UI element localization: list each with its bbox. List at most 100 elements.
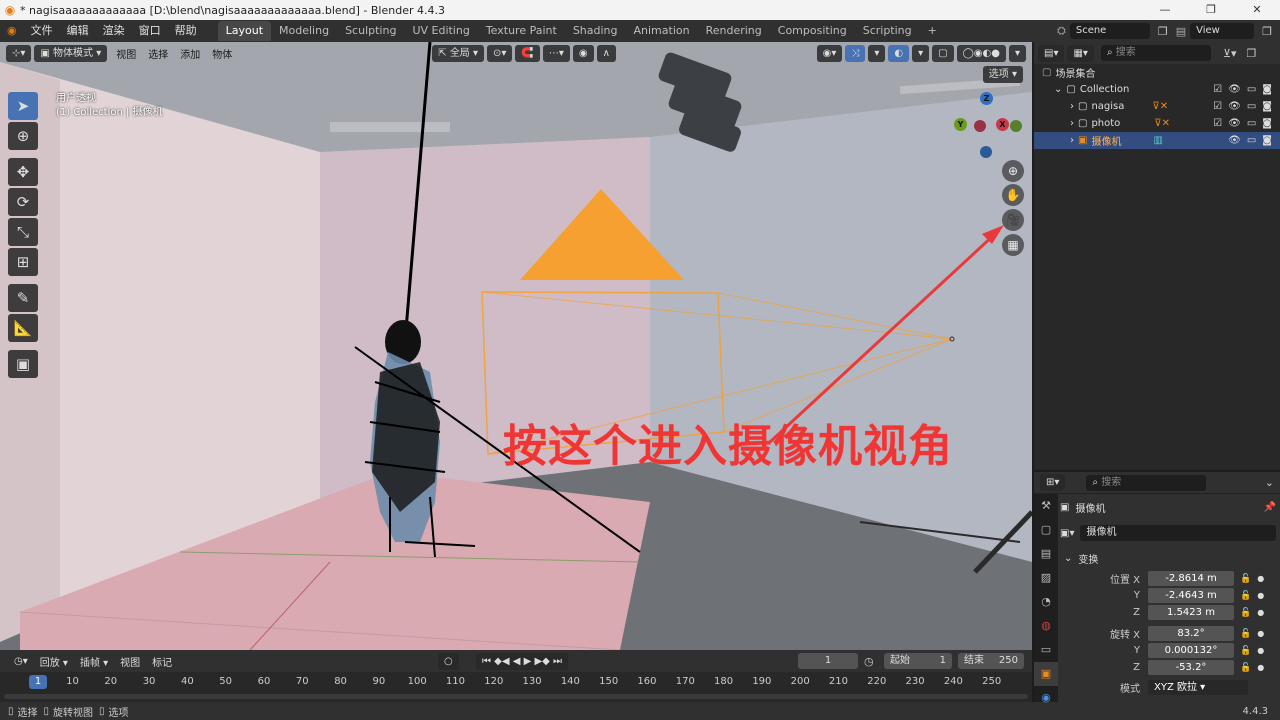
- rotation-x-field[interactable]: 83.2°: [1148, 626, 1234, 641]
- timeline-menu-marker[interactable]: 标记: [146, 654, 178, 669]
- expand-chevron-icon[interactable]: ›: [1070, 135, 1074, 146]
- keyframe-dot-icon[interactable]: ●: [1257, 591, 1264, 600]
- expand-chevron-icon[interactable]: ›: [1070, 101, 1074, 112]
- expand-chevron-icon[interactable]: ⌄: [1054, 84, 1062, 95]
- tab-texture-paint[interactable]: Texture Paint: [478, 21, 565, 41]
- tab-sculpting[interactable]: Sculpting: [337, 21, 404, 41]
- neg-z-axis-ball[interactable]: [980, 146, 992, 158]
- outliner-row-camera[interactable]: › ▣ 摄像机 ▥ 👁 ▭ ◙: [1034, 132, 1280, 149]
- expand-chevron-icon[interactable]: ›: [1070, 118, 1074, 129]
- location-z-field[interactable]: 1.5423 m: [1148, 605, 1234, 620]
- tab-collection-icon[interactable]: ▭: [1034, 638, 1058, 662]
- tab-uv-editing[interactable]: UV Editing: [404, 21, 477, 41]
- options-dropdown[interactable]: 选项 ▾: [982, 66, 1026, 83]
- render-camera-icon[interactable]: ◙: [1262, 118, 1272, 129]
- neg-y-axis-ball[interactable]: [1010, 120, 1022, 132]
- eye-icon[interactable]: 👁: [1228, 135, 1241, 146]
- location-y-field[interactable]: -2.4643 m: [1148, 588, 1234, 603]
- close-button[interactable]: ✕: [1234, 0, 1280, 20]
- outliner-row-nagisa[interactable]: › ▢ nagisa ⊽✕ ☑ 👁 ▭ ◙: [1034, 98, 1280, 115]
- render-camera-icon[interactable]: ◙: [1262, 101, 1272, 112]
- y-axis-ball[interactable]: Y: [954, 118, 967, 131]
- scene-selector[interactable]: Scene: [1069, 23, 1150, 39]
- lock-icon[interactable]: 🔓: [1240, 591, 1251, 601]
- tab-modeling[interactable]: Modeling: [271, 21, 337, 41]
- render-camera-icon[interactable]: ◙: [1262, 84, 1272, 95]
- xray-toggle[interactable]: ▢: [932, 44, 954, 62]
- outliner-editor-type-button[interactable]: ▤▾: [1038, 44, 1065, 62]
- monitor-icon[interactable]: ▭: [1247, 118, 1256, 129]
- properties-search-input[interactable]: ⌕ 搜索: [1086, 474, 1207, 491]
- viewport-menu-view[interactable]: 视图: [110, 46, 142, 61]
- maximize-button[interactable]: ❐: [1188, 0, 1234, 20]
- transform-section-header[interactable]: ⌄ 变换: [1060, 546, 1276, 570]
- outliner-display-mode-dropdown[interactable]: ▦▾: [1067, 44, 1094, 62]
- tab-scripting[interactable]: Scripting: [855, 21, 920, 41]
- auto-keying-toggle[interactable]: ○: [438, 652, 459, 670]
- view-layer-selector[interactable]: View Layer: [1190, 23, 1255, 52]
- transform-orientation-dropdown[interactable]: ⇱ 全局 ▾: [432, 44, 485, 62]
- blender-menu-icon[interactable]: ◉: [0, 20, 24, 42]
- visibility-dropdown[interactable]: ◉▾: [816, 44, 843, 62]
- keyframe-dot-icon[interactable]: ●: [1257, 608, 1264, 617]
- tab-physics-icon[interactable]: ◉: [1034, 686, 1058, 710]
- monitor-icon[interactable]: ▭: [1247, 101, 1256, 112]
- overlay-toggle[interactable]: ◐: [888, 44, 910, 62]
- object-data-dropdown-icon[interactable]: ▣▾: [1060, 528, 1074, 539]
- outliner-row-collection[interactable]: ⌄ ▢ Collection ☑ 👁 ▭ ◙: [1034, 81, 1280, 98]
- lock-icon[interactable]: 🔓: [1240, 574, 1251, 584]
- scale-tool-button[interactable]: ⤡: [8, 218, 38, 246]
- rotation-z-field[interactable]: -53.2°: [1148, 660, 1234, 675]
- timeline-editor-type-button[interactable]: ◷▾: [8, 656, 34, 667]
- timeline-menu-keying[interactable]: 插帧 ▾: [74, 654, 114, 669]
- checkbox-icon[interactable]: ☑: [1213, 84, 1222, 95]
- gizmo-dropdown[interactable]: ▾: [868, 44, 886, 62]
- shading-dropdown[interactable]: ▾: [1008, 44, 1026, 62]
- tab-compositing[interactable]: Compositing: [770, 21, 855, 41]
- falloff-dropdown[interactable]: ∧: [596, 44, 616, 62]
- playback-controls[interactable]: ⏮ ◆◀ ◀ ▶ ▶◆ ⏭: [476, 652, 569, 670]
- tab-animation[interactable]: Animation: [626, 21, 698, 41]
- eye-icon[interactable]: 👁: [1228, 84, 1241, 95]
- pin-icon[interactable]: 📌: [1264, 502, 1276, 513]
- properties-editor-type-button[interactable]: ⊞▾: [1040, 474, 1066, 491]
- rotation-y-field[interactable]: 0.000132°: [1148, 643, 1234, 658]
- lock-icon[interactable]: 🔓: [1240, 629, 1251, 639]
- proportional-edit-toggle[interactable]: ◉: [572, 44, 594, 62]
- checkbox-icon[interactable]: ☑: [1213, 118, 1222, 129]
- add-cube-tool-button[interactable]: ▣: [8, 350, 38, 378]
- tab-output-icon[interactable]: ▤: [1034, 542, 1058, 566]
- render-camera-icon[interactable]: ◙: [1262, 135, 1272, 146]
- timeline-menu-view[interactable]: 视图: [114, 654, 146, 669]
- tab-shading[interactable]: Shading: [565, 21, 626, 41]
- keyframe-dot-icon[interactable]: ●: [1257, 629, 1264, 638]
- menu-render[interactable]: 渲染: [96, 20, 132, 42]
- annotate-tool-button[interactable]: ✎: [8, 284, 38, 312]
- tab-object-icon[interactable]: ▣: [1034, 662, 1058, 686]
- eye-icon[interactable]: 👁: [1228, 101, 1241, 112]
- editor-type-button[interactable]: ⊹▾: [6, 44, 32, 62]
- shading-modes[interactable]: ◯◉◐●: [956, 44, 1006, 62]
- menu-edit[interactable]: 编辑: [60, 20, 96, 42]
- object-mode-dropdown[interactable]: ▣ 物体模式 ▾: [34, 44, 108, 62]
- lock-icon[interactable]: 🔓: [1240, 646, 1251, 656]
- snap-toggle[interactable]: 🧲: [515, 44, 540, 62]
- rotation-mode-dropdown[interactable]: XYZ 欧拉 ▾: [1148, 680, 1248, 695]
- snap-options-dropdown[interactable]: ⋯▾: [542, 44, 570, 62]
- lock-icon[interactable]: 🔓: [1240, 608, 1251, 618]
- camera-view-icon[interactable]: 🎥: [1002, 209, 1024, 231]
- 3d-viewport[interactable]: ⊹▾ ▣ 物体模式 ▾ 视图 选择 添加 物体 ⇱ 全局 ▾ ⊙▾ 🧲 ⋯▾ ◉…: [0, 42, 1032, 650]
- menu-help[interactable]: 帮助: [168, 20, 204, 42]
- add-workspace-button[interactable]: +: [920, 21, 945, 41]
- transform-tool-button[interactable]: ⊞: [8, 248, 38, 276]
- move-tool-button[interactable]: ✥: [8, 158, 38, 186]
- pivot-point-dropdown[interactable]: ⊙▾: [487, 44, 513, 62]
- lock-icon[interactable]: 🔓: [1240, 663, 1251, 673]
- properties-options-icon[interactable]: ⌄: [1265, 476, 1274, 489]
- menu-window[interactable]: 窗口: [132, 20, 168, 42]
- keyframe-dot-icon[interactable]: ●: [1257, 663, 1264, 672]
- tab-render-icon[interactable]: ▢: [1034, 518, 1058, 542]
- preview-range-icon[interactable]: ◷: [864, 655, 874, 668]
- outliner-row-photo[interactable]: › ▢ photo ⊽✕ ☑ 👁 ▭ ◙: [1034, 115, 1280, 132]
- select-tool-button[interactable]: ➤: [8, 92, 38, 120]
